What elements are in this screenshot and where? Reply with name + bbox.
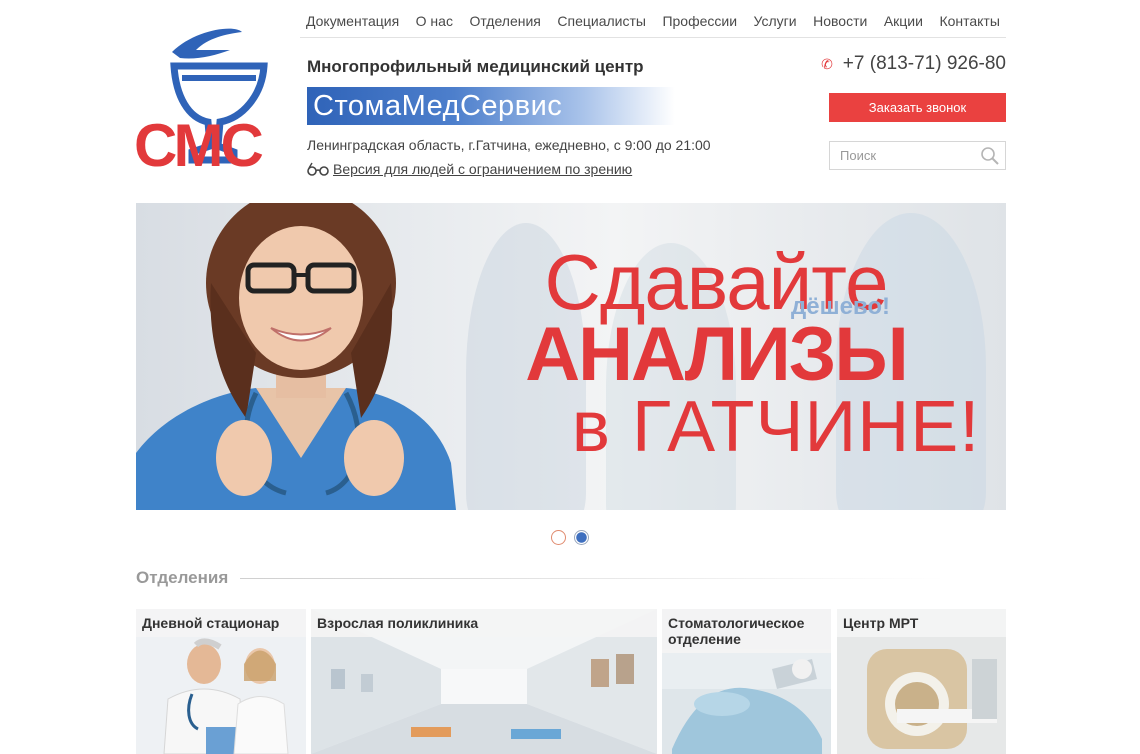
section-divider xyxy=(240,577,947,579)
nav-item-news[interactable]: Новости xyxy=(807,13,873,29)
departments-grid: Дневной стационар Взрослая поликлиника С… xyxy=(136,609,1006,754)
slider-pagination xyxy=(551,530,589,545)
brand-name-bar: СтомаМедСервис xyxy=(307,87,675,125)
search-input[interactable] xyxy=(830,142,980,169)
phone-number[interactable]: ✆ +7 (813-71) 926-80 xyxy=(821,53,1006,75)
nav-item-contacts[interactable]: Контакты xyxy=(933,13,1005,29)
slider-dot-2[interactable] xyxy=(574,530,589,545)
nav-item-specialists[interactable]: Специалисты xyxy=(551,13,652,29)
departments-heading: Отделения xyxy=(136,568,229,587)
nav-item-documentation[interactable]: Документация xyxy=(300,13,405,29)
department-card-title: Дневной стационар xyxy=(136,609,306,637)
hero-banner[interactable]: Сдавайте дёшево! АНАЛИЗЫ в ГАТЧИНЕ! xyxy=(136,203,1006,510)
search-box xyxy=(829,141,1006,170)
banner-doctor-image xyxy=(136,203,456,510)
banner-line-2: АНАЛИЗЫ xyxy=(525,312,909,397)
banner-line-3: в ГАТЧИНЕ! xyxy=(571,387,981,467)
department-card-adult-clinic[interactable]: Взрослая поликлиника xyxy=(311,609,657,754)
nav-item-promotions[interactable]: Акции xyxy=(878,13,929,29)
nav-item-about[interactable]: О нас xyxy=(410,13,459,29)
nav-item-departments[interactable]: Отделения xyxy=(463,13,546,29)
banner-headline: Сдавайте дёшево! АНАЛИЗЫ в ГАТЧИНЕ! xyxy=(436,243,996,463)
accessible-version-link[interactable]: Версия для людей с ограничением по зрени… xyxy=(307,161,632,177)
glasses-icon xyxy=(307,162,329,176)
search-icon[interactable] xyxy=(980,146,1000,166)
departments-section-header: Отделения xyxy=(136,568,1006,588)
request-call-button[interactable]: Заказать звонок xyxy=(829,93,1006,122)
address-hours: Ленинградская область, г.Гатчина, ежедне… xyxy=(307,137,711,153)
department-card-mri[interactable]: Центр МРТ xyxy=(837,609,1006,754)
department-card-title: Стоматологическое отделение xyxy=(662,609,831,653)
nav-item-services[interactable]: Услуги xyxy=(748,13,803,29)
department-card-day-hospital[interactable]: Дневной стационар xyxy=(136,609,306,754)
phone-number-text: +7 (813-71) 926-80 xyxy=(842,53,1006,74)
page: Документация О нас Отделения Специалисты… xyxy=(0,0,1140,754)
banner-tagline: дёшево! xyxy=(791,293,891,320)
org-title: Многопрофильный медицинский центр xyxy=(307,57,644,76)
logo-text: СМС xyxy=(134,112,264,179)
department-card-title: Центр МРТ xyxy=(837,609,1006,637)
accessible-version-label: Версия для людей с ограничением по зрени… xyxy=(333,161,633,177)
phone-icon: ✆ xyxy=(821,55,833,72)
department-card-dental[interactable]: Стоматологическое отделение xyxy=(662,609,831,754)
slider-dot-1[interactable] xyxy=(551,530,566,545)
nav-item-professions[interactable]: Профессии xyxy=(656,13,743,29)
top-nav: Документация О нас Отделения Специалисты… xyxy=(300,8,1006,38)
site-logo[interactable]: СМС xyxy=(134,26,274,178)
department-card-title: Взрослая поликлиника xyxy=(311,609,657,637)
brand-name: СтомаМедСервис xyxy=(313,89,563,122)
